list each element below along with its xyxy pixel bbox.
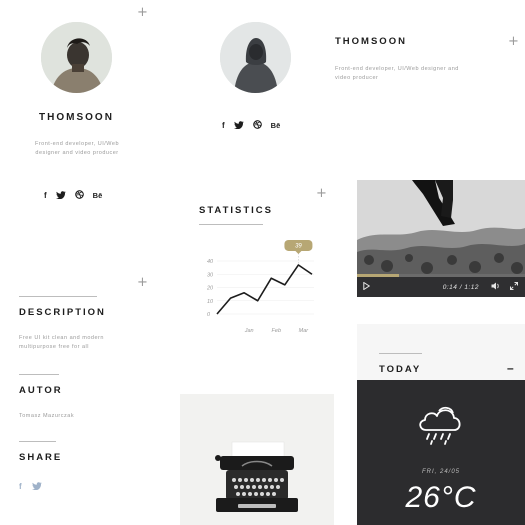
- autor-text: Tomasz Mazurczak: [19, 413, 75, 419]
- facebook-icon[interactable]: f: [44, 191, 47, 201]
- typewriter-image: [180, 394, 334, 525]
- weather-temperature: 26°C: [405, 481, 477, 514]
- dribbble-icon[interactable]: [252, 120, 262, 132]
- rain-cloud-icon: [419, 406, 461, 445]
- twitter-icon[interactable]: [31, 482, 42, 492]
- today-header-panel: TODAY –: [357, 324, 525, 380]
- expand-plus-icon[interactable]: +: [137, 276, 148, 289]
- x-tick-label: Jan: [244, 328, 254, 334]
- twitter-icon[interactable]: [55, 190, 66, 202]
- y-tick-label: 0: [207, 312, 211, 318]
- avatar: [220, 22, 291, 93]
- profile-name: THOMSOON: [335, 36, 407, 47]
- video-controls: 0:14 / 1:12: [357, 274, 525, 297]
- today-title: TODAY: [379, 364, 422, 375]
- avatar-photo: [220, 22, 291, 93]
- volume-icon[interactable]: [491, 282, 500, 292]
- description-title: DESCRIPTION: [19, 307, 106, 318]
- video-frame: [357, 180, 525, 277]
- x-tick-label: Feb: [272, 328, 281, 334]
- dribbble-icon[interactable]: [74, 190, 84, 202]
- share-title: SHARE: [19, 452, 63, 463]
- expand-plus-icon[interactable]: +: [508, 35, 519, 48]
- share-links: f: [19, 482, 42, 492]
- expand-plus-icon[interactable]: +: [137, 6, 148, 19]
- avatar: [41, 22, 112, 93]
- description-text: Free UI kit clean and modern multipurpos…: [19, 335, 104, 350]
- behance-icon[interactable]: Bē: [93, 191, 103, 201]
- profile-bio: Front-end developer, UI/Web designer and…: [335, 66, 459, 81]
- twitter-icon[interactable]: [233, 120, 244, 132]
- profile-name: THOMSOON: [39, 112, 114, 123]
- divider: [19, 374, 59, 375]
- video-progress-fill: [357, 274, 399, 277]
- series-line: [216, 264, 313, 315]
- tooltip-pointer: [295, 250, 302, 254]
- y-tick-label: 40: [207, 259, 214, 265]
- facebook-icon[interactable]: f: [222, 121, 225, 131]
- divider: [19, 441, 56, 442]
- divider: [379, 353, 422, 354]
- facebook-icon[interactable]: f: [19, 482, 22, 492]
- video-progress-bar[interactable]: [357, 274, 525, 277]
- video-time: 0:14 / 1:12: [442, 283, 479, 291]
- statistics-line-chart: 0 10 20 30 40 Jan Feb Mar 39: [206, 239, 314, 334]
- y-tick-label: 10: [207, 299, 214, 305]
- collapse-icon[interactable]: –: [507, 361, 514, 375]
- weather-panel: FRI, 24/05 26°C: [357, 380, 525, 525]
- tooltip-value: 39: [295, 243, 302, 249]
- statistics-title: STATISTICS: [199, 205, 274, 216]
- social-links: f Bē: [44, 190, 102, 202]
- divider: [199, 224, 263, 225]
- y-tick-label: 30: [207, 272, 214, 278]
- social-links: f Bē: [222, 120, 280, 132]
- behance-icon[interactable]: Bē: [271, 121, 281, 131]
- x-tick-label: Mar: [299, 328, 310, 334]
- weather-date: FRI, 24/05: [421, 469, 460, 475]
- expand-plus-icon[interactable]: +: [316, 187, 327, 200]
- fullscreen-icon[interactable]: [510, 282, 518, 292]
- play-icon[interactable]: [363, 281, 371, 292]
- divider: [19, 296, 97, 297]
- video-player[interactable]: 0:14 / 1:12: [357, 180, 525, 297]
- profile-bio: Front-end developer, UI/Web designer and…: [34, 141, 120, 156]
- y-tick-label: 20: [206, 286, 214, 292]
- avatar-photo: [41, 22, 112, 93]
- autor-title: AUTOR: [19, 385, 63, 396]
